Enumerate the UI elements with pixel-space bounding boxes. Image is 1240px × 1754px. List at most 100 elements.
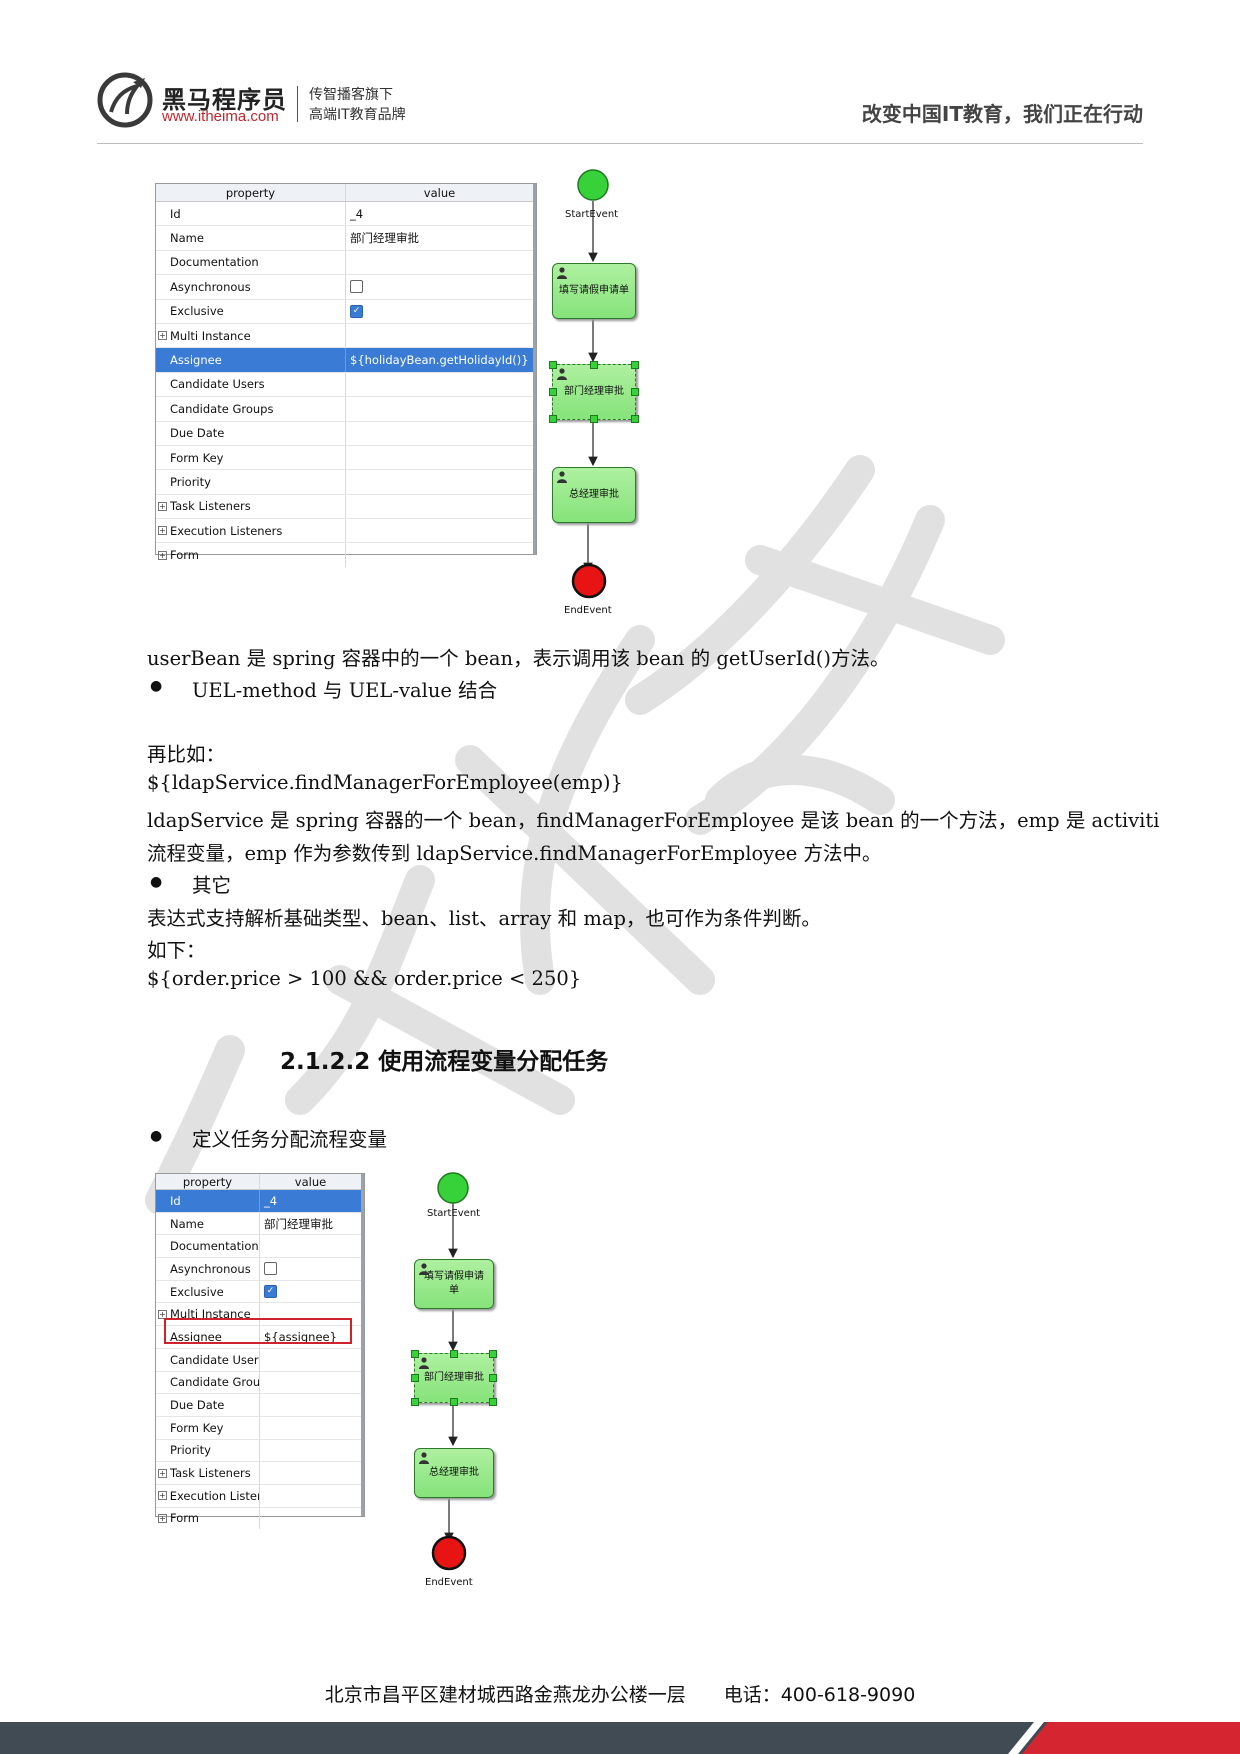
property-value[interactable] — [259, 1439, 361, 1462]
property-row-priority[interactable]: Priority — [156, 1439, 364, 1463]
property-row-name[interactable]: Name 部门经理审批 — [156, 226, 536, 251]
expand-icon[interactable]: + — [158, 1468, 167, 1478]
property-value[interactable] — [259, 1416, 361, 1439]
property-row-id-selected[interactable]: Id _4 — [156, 1190, 364, 1213]
property-name: Task Listeners — [170, 499, 251, 514]
resize-handle[interactable] — [411, 1350, 419, 1358]
exclusive-checkbox-checked[interactable]: ✓ — [264, 1285, 277, 1299]
start-event-icon[interactable] — [436, 1171, 470, 1205]
property-value[interactable] — [345, 421, 533, 445]
column-header-property: property — [225, 185, 276, 200]
property-table: property value Id _4 Name 部门经理审批 Documen… — [155, 1173, 365, 1530]
property-row-candidate-groups[interactable]: Candidate Grou| — [156, 1371, 364, 1395]
expand-icon[interactable]: + — [158, 501, 167, 511]
resize-handle[interactable] — [489, 1350, 497, 1358]
property-row-exclusive[interactable]: Exclusive ✓ — [156, 1280, 364, 1304]
property-row-candidate-users[interactable]: Candidate Users — [156, 372, 536, 398]
property-value[interactable] — [345, 250, 533, 275]
expand-icon[interactable]: + — [158, 550, 167, 560]
property-row-execution-listeners[interactable]: + Execution Listen — [156, 1484, 364, 1508]
property-value[interactable] — [259, 1371, 361, 1394]
property-row-form-key[interactable]: Form Key — [156, 1416, 364, 1440]
start-event-icon[interactable] — [576, 168, 610, 202]
resize-handle[interactable] — [450, 1350, 458, 1358]
property-value[interactable]: _4 — [345, 202, 533, 226]
resize-handle[interactable] — [489, 1398, 497, 1406]
property-row-due-date[interactable]: Due Date — [156, 1394, 364, 1417]
resize-handle[interactable] — [549, 361, 557, 369]
property-row-multi-instance[interactable]: + Multi Instance — [156, 323, 536, 349]
property-value[interactable]: 部门经理审批 — [345, 226, 533, 250]
resize-handle[interactable] — [590, 415, 598, 423]
section-heading: 2.1.2.2 使用流程变量分配任务 — [280, 1049, 609, 1075]
resize-handle[interactable] — [631, 361, 639, 369]
property-row-documentation[interactable]: Documentation — [156, 250, 536, 276]
property-value[interactable] — [345, 397, 533, 421]
property-name: Form Key — [170, 450, 224, 465]
resize-handle[interactable] — [411, 1374, 419, 1382]
expand-icon[interactable]: + — [158, 526, 167, 536]
property-row-asynchronous[interactable]: Asynchronous — [156, 275, 536, 300]
expand-icon[interactable]: + — [158, 331, 167, 341]
exclusive-checkbox-checked[interactable]: ✓ — [350, 304, 363, 318]
bullet-other: 其它 — [192, 874, 232, 897]
expand-icon[interactable]: + — [158, 1513, 167, 1523]
resize-handle[interactable] — [590, 361, 598, 369]
paragraph-userbean: userBean 是 spring 容器中的一个 bean，表示调用该 bean… — [147, 647, 890, 670]
property-value[interactable] — [259, 1235, 361, 1258]
property-name: Due Date — [170, 1398, 225, 1413]
property-value[interactable]: _4 — [259, 1190, 361, 1212]
property-row-candidate-groups[interactable]: Candidate Groups — [156, 397, 536, 422]
property-row-form-key[interactable]: Form Key — [156, 445, 536, 471]
property-name: Due Date — [170, 426, 225, 441]
table-scrollbar[interactable] — [533, 184, 536, 554]
property-value[interactable] — [259, 1394, 361, 1416]
property-value[interactable] — [345, 445, 533, 470]
task-general-manager-approve[interactable]: 总经理审批 — [552, 467, 636, 523]
asynchronous-checkbox[interactable] — [264, 1262, 277, 1276]
task-general-manager-approve[interactable]: 总经理审批 — [414, 1448, 494, 1498]
task-fill-leave-form[interactable]: 填写请假申请单 — [414, 1259, 494, 1309]
property-row-exclusive[interactable]: Exclusive ✓ — [156, 299, 536, 324]
end-event-icon[interactable] — [431, 1535, 467, 1571]
resize-handle[interactable] — [450, 1398, 458, 1406]
property-value[interactable]: 部门经理审批 — [259, 1212, 361, 1235]
footer-address: 北京市昌平区建材城西路金燕龙办公楼一层 电话：400-618-9090 — [324, 1684, 916, 1706]
property-row-id[interactable]: Id _4 — [156, 202, 536, 227]
property-name: Documentation — [170, 255, 259, 270]
assignee-value[interactable]: ${holidayBean.getHolidayId()} — [345, 348, 533, 372]
asynchronous-checkbox[interactable] — [350, 280, 363, 294]
end-event-icon[interactable] — [571, 563, 607, 599]
property-row-candidate-users[interactable]: Candidate Users — [156, 1348, 364, 1372]
property-name: Id — [170, 1193, 181, 1208]
brand-tagline-1: 传智播客旗下 — [309, 87, 393, 103]
resize-handle[interactable] — [631, 415, 639, 423]
property-value[interactable] — [345, 372, 533, 397]
property-row-name[interactable]: Name 部门经理审批 — [156, 1212, 364, 1236]
expand-icon[interactable]: + — [158, 1491, 167, 1501]
property-row-form[interactable]: + Form — [156, 543, 536, 567]
resize-handle[interactable] — [549, 388, 557, 396]
property-row-asynchronous[interactable]: Asynchronous — [156, 1258, 364, 1281]
property-row-documentation[interactable]: Documentation — [156, 1235, 364, 1259]
resize-handle[interactable] — [631, 388, 639, 396]
property-row-task-listeners[interactable]: + Task Listeners — [156, 1462, 364, 1485]
resize-handle[interactable] — [489, 1374, 497, 1382]
task-dept-manager-approve-selected[interactable]: 部门经理审批 — [411, 1350, 497, 1406]
property-row-due-date[interactable]: Due Date — [156, 421, 536, 446]
property-value[interactable] — [345, 470, 533, 494]
resize-handle[interactable] — [549, 415, 557, 423]
property-name: Asynchronous — [170, 279, 251, 294]
property-row-assignee-selected[interactable]: Assignee ${holidayBean.getHolidayId()} — [156, 348, 536, 373]
task-fill-leave-form[interactable]: 填写请假申请单 — [552, 263, 636, 319]
table-scrollbar[interactable] — [361, 1174, 364, 1516]
property-row-execution-listeners[interactable]: + Execution Listeners — [156, 519, 536, 544]
start-event-label: StartEvent — [427, 1208, 481, 1219]
task-dept-manager-approve-selected[interactable]: 部门经理审批 — [549, 361, 639, 423]
resize-handle[interactable] — [411, 1398, 419, 1406]
property-value[interactable] — [259, 1348, 361, 1371]
property-row-task-listeners[interactable]: + Task Listeners — [156, 494, 536, 520]
property-row-priority[interactable]: Priority — [156, 470, 536, 495]
property-row-form[interactable]: + Form — [156, 1507, 364, 1530]
paragraph-ldap-line1: ldapService 是 spring 容器的一个 bean，findMana… — [147, 809, 1160, 832]
